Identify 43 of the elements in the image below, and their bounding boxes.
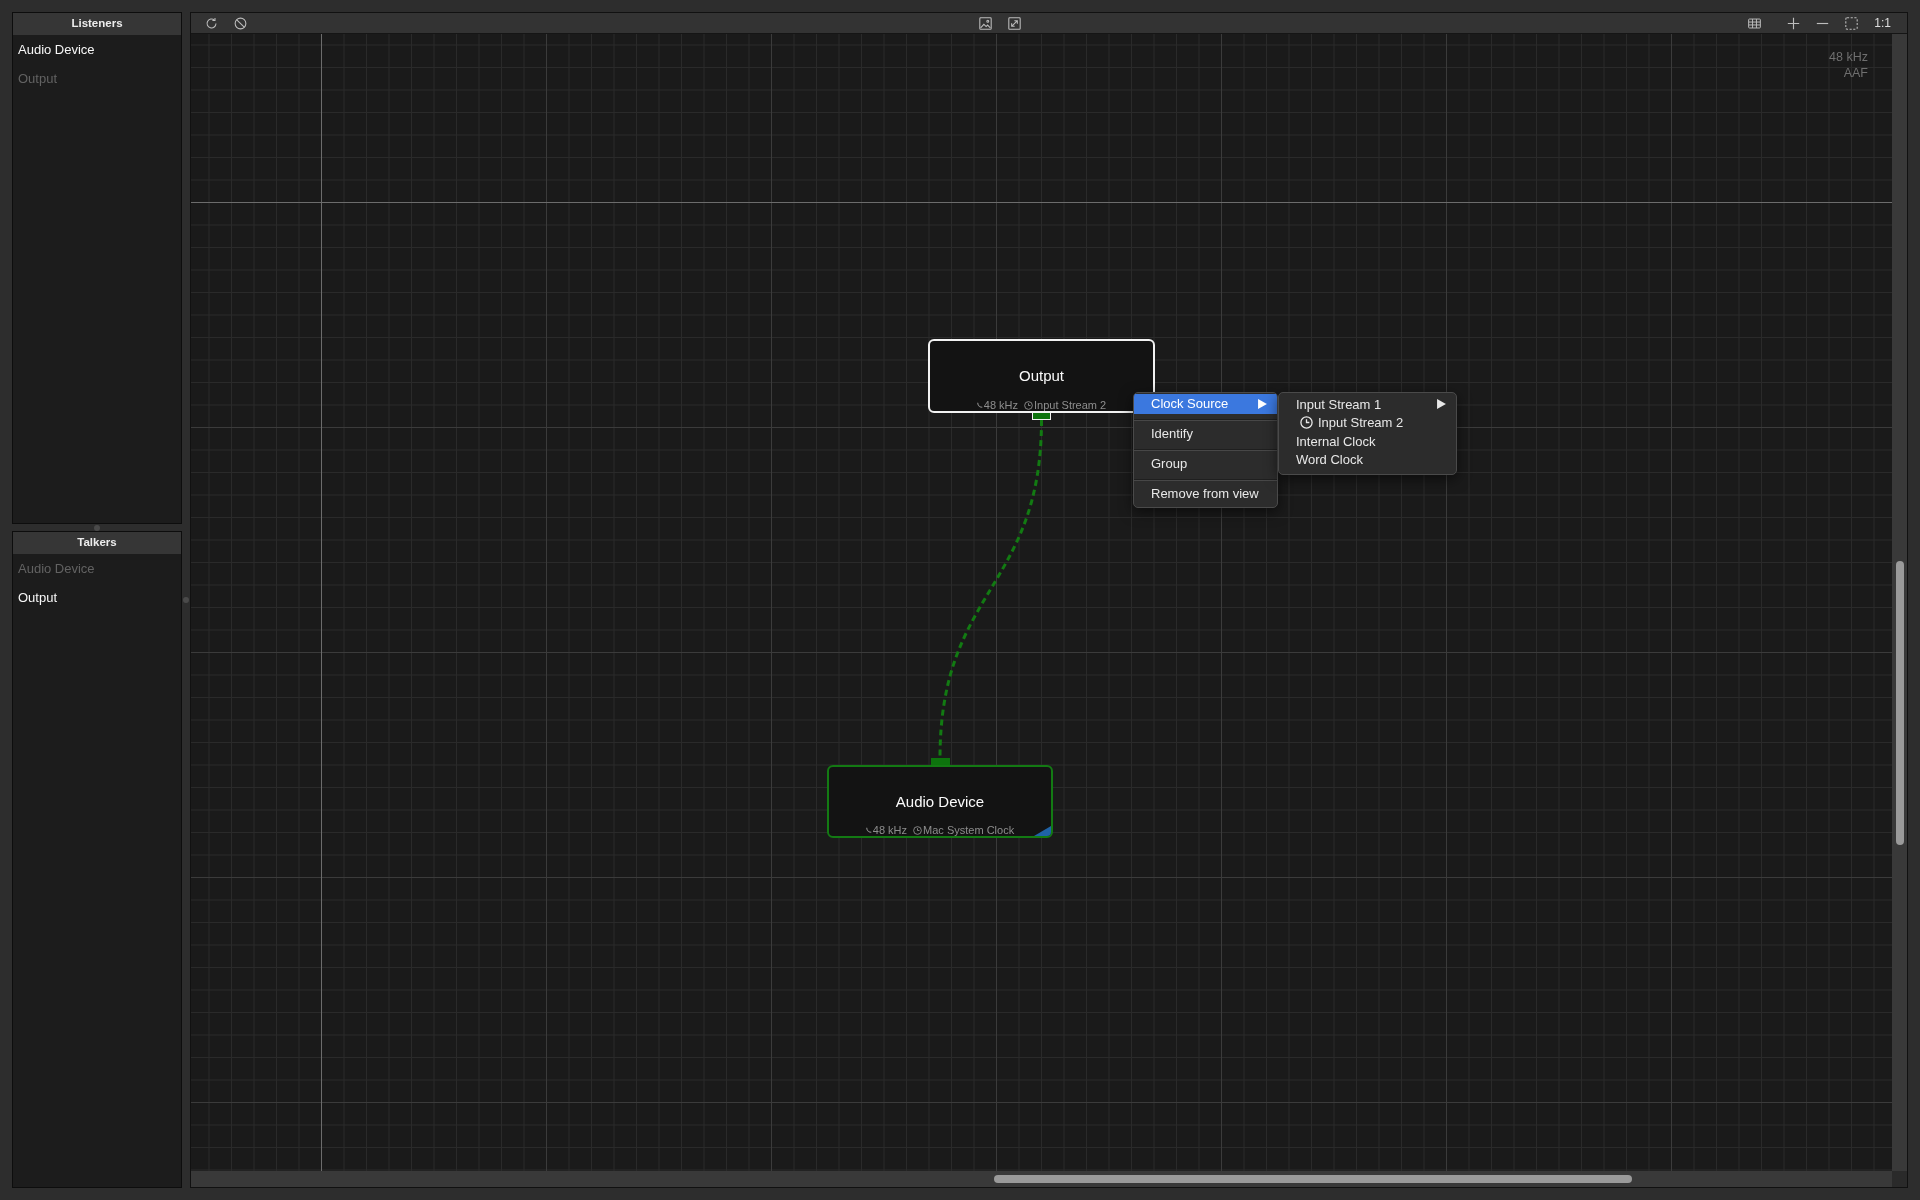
prohibited-icon[interactable] [234, 16, 247, 30]
resize-icon[interactable] [1008, 16, 1021, 30]
canvas-info-label: AAF [1842, 65, 1868, 81]
table-icon[interactable] [1748, 16, 1762, 30]
sidebar-item[interactable]: Output [13, 583, 181, 612]
drag-handle-icon[interactable] [183, 597, 189, 603]
actual-size-button[interactable]: 1:1 [1874, 16, 1891, 30]
panel-title: Talkers [13, 532, 181, 554]
image-icon[interactable] [979, 16, 992, 30]
drag-handle-icon[interactable] [94, 524, 100, 531]
scrollbar-thumb[interactable] [994, 1175, 1632, 1183]
port-icon[interactable] [1032, 413, 1051, 420]
plus-icon[interactable] [1787, 16, 1801, 30]
menu-item[interactable]: Remove from view [1134, 484, 1277, 504]
panel-title: Listeners [13, 13, 181, 35]
menu-item[interactable]: Identify [1134, 424, 1277, 444]
submenu-item[interactable]: Internal Clock [1279, 432, 1456, 451]
submenu-item[interactable]: Input Stream 2 [1279, 413, 1456, 432]
menu-item[interactable]: Group [1134, 454, 1277, 474]
clock-icon [1300, 416, 1313, 430]
port-icon[interactable] [930, 758, 950, 765]
clock-icon [913, 825, 923, 835]
vertical-scrollbar[interactable] [1892, 34, 1907, 1171]
node-title: Audio Device [895, 792, 985, 811]
scrollbar-thumb[interactable] [1895, 561, 1904, 845]
horizontal-scrollbar[interactable] [191, 1171, 1892, 1187]
sample-rate-label: 48 kHz [983, 399, 1019, 411]
clock-source-label: Mac System Clock [923, 824, 1015, 836]
sidebar-item[interactable]: Audio Device [13, 35, 181, 64]
clock-icon [1024, 400, 1034, 410]
arc-icon [976, 402, 983, 408]
menu-item[interactable]: Clock Source [1134, 394, 1277, 414]
node-title: Output [1019, 367, 1064, 385]
device-node[interactable]: Audio Device 48 kHz Mac System Clock [827, 765, 1053, 838]
clock-source-label: Input Stream 2 [1034, 399, 1107, 411]
submenu-item[interactable]: Input Stream 1 [1279, 395, 1456, 414]
node-canvas[interactable]: Output 48 kHz Input Stream 2 Audio Device 48 kHz Mac System Clock 48 kHz AAF Clock Source Identify Group Remove from view Input Stream 1 Input Stream 2 Internal Clock Word Clock [191, 34, 1892, 1171]
arc-icon [865, 827, 872, 833]
sample-rate-label: 48 kHz [872, 824, 908, 836]
canvas-info-label: 48 kHz [1829, 49, 1868, 65]
submenu-item[interactable]: Word Clock [1279, 450, 1456, 469]
refresh-icon[interactable] [205, 16, 218, 30]
dashed-square-icon[interactable] [1845, 16, 1859, 30]
